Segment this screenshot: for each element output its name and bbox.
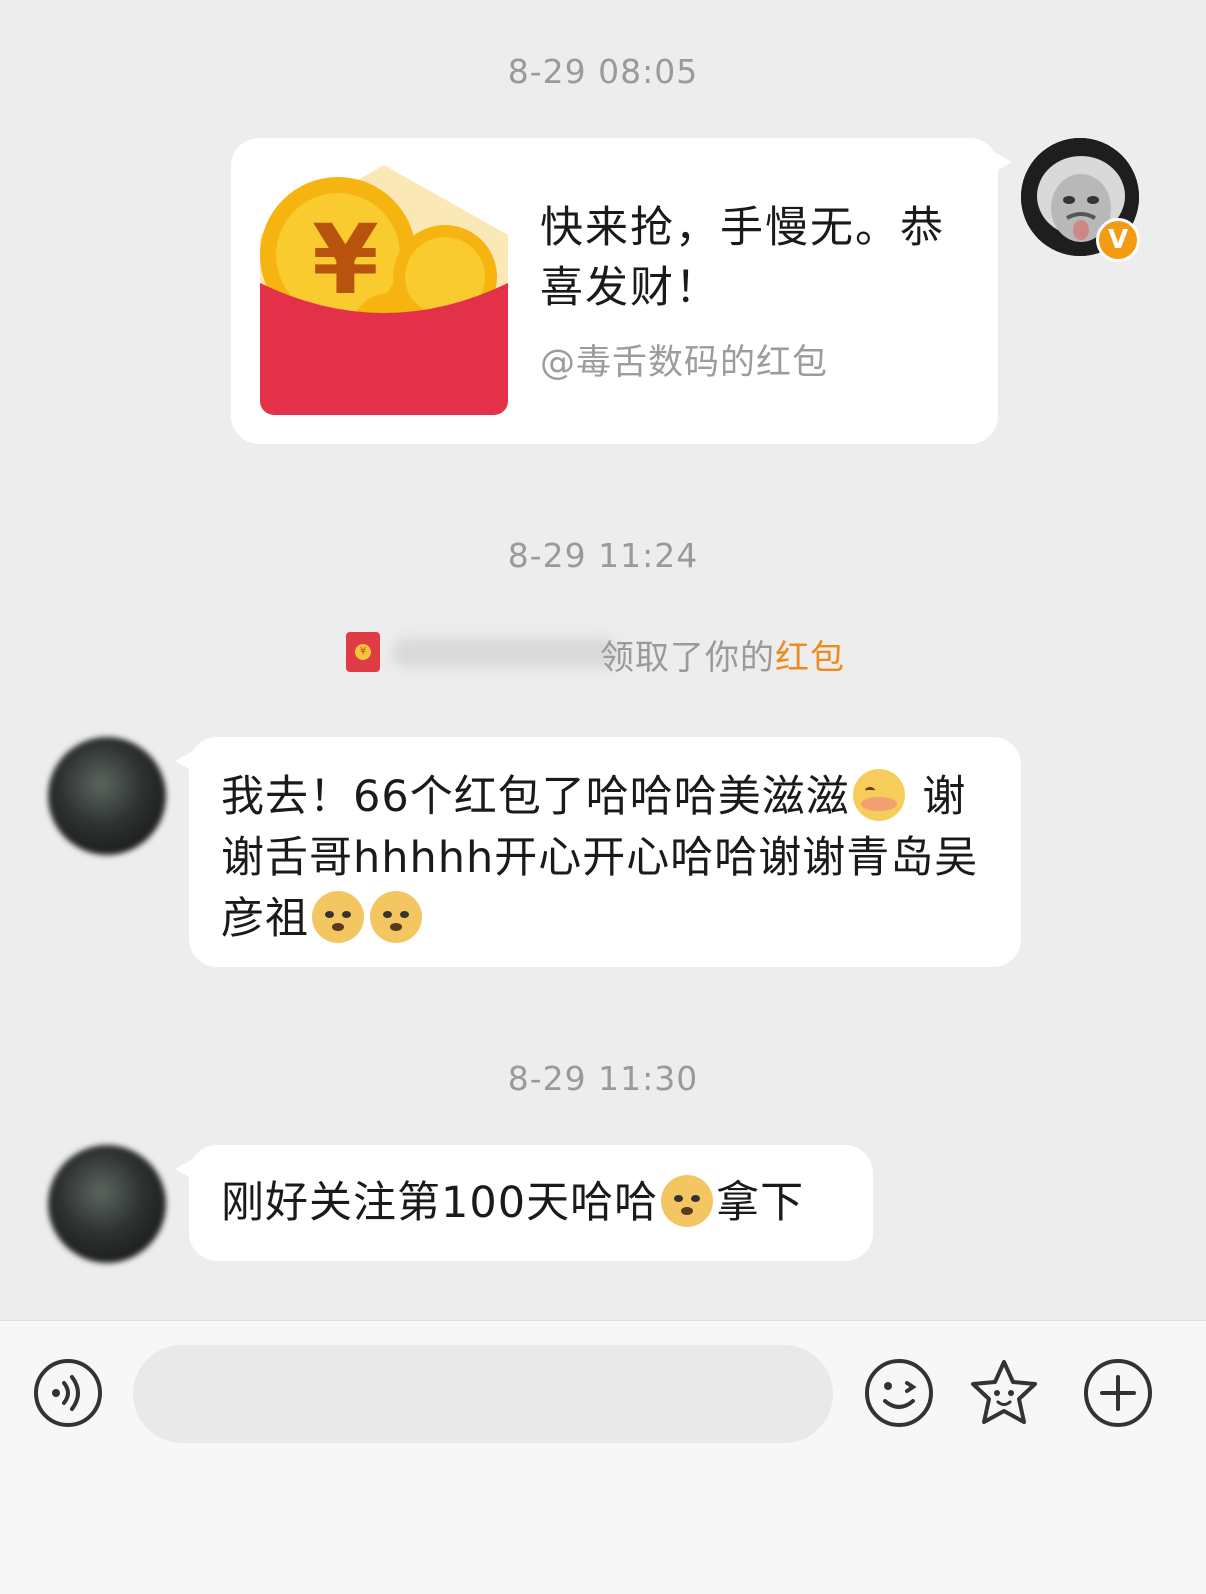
timestamp: 8-29 11:30 — [507, 1059, 699, 1098]
doge-emoji-icon — [312, 891, 364, 943]
input-bar — [0, 1320, 1206, 1594]
timestamp: 8-29 11:24 — [507, 536, 699, 575]
message-input[interactable] — [133, 1345, 833, 1443]
chat-area[interactable]: 8-29 08:05 ¥ 快来抢，手慢无。恭喜发财！ @毒舌数码的红包 V 8-… — [0, 0, 1206, 1340]
voice-button[interactable] — [32, 1357, 104, 1429]
voice-icon — [34, 1359, 102, 1427]
red-envelope-icon: ¥ — [260, 165, 508, 415]
incoming-message[interactable]: 我去！66个红包了哈哈哈美滋滋 谢谢舌哥hhhhh开心开心哈哈谢谢青岛吴彦祖 — [175, 737, 1021, 967]
red-packet-link[interactable]: 红包 — [775, 638, 845, 678]
emoji-button[interactable] — [863, 1357, 935, 1429]
sticker-button[interactable] — [968, 1357, 1040, 1429]
system-notice-text: 领取了你的 — [600, 638, 775, 678]
incoming-message[interactable]: 刚好关注第100天哈哈 拿下 — [175, 1145, 873, 1261]
smile-icon — [865, 1359, 933, 1427]
red-packet-small-icon: ¥ — [346, 632, 380, 672]
red-packet-cover[interactable]: ¥ — [260, 165, 508, 415]
message-text: 刚好关注第100天哈哈 — [221, 1178, 659, 1228]
blurred-username — [392, 638, 618, 668]
avatar[interactable] — [48, 737, 166, 855]
timestamp: 8-29 08:05 — [507, 52, 699, 91]
verified-badge: V — [1096, 218, 1140, 262]
star-face-icon — [971, 1360, 1037, 1424]
doge-emoji-icon — [370, 891, 422, 943]
avatar[interactable] — [48, 1145, 166, 1263]
doge-emoji-icon — [661, 1175, 714, 1227]
red-packet-sender: @毒舌数码的红包 — [540, 343, 829, 383]
blush-emoji-icon — [852, 769, 905, 821]
system-notice: ¥ 领取了你的红包 — [0, 628, 1206, 678]
red-packet-title: 快来抢，手慢无。恭喜发财！ — [540, 203, 945, 313]
more-button[interactable] — [1082, 1357, 1154, 1429]
message-text: 我去！66个红包了哈哈哈美滋滋 — [221, 772, 850, 822]
plus-icon — [1084, 1359, 1152, 1427]
message-text: 拿下 — [716, 1178, 805, 1228]
